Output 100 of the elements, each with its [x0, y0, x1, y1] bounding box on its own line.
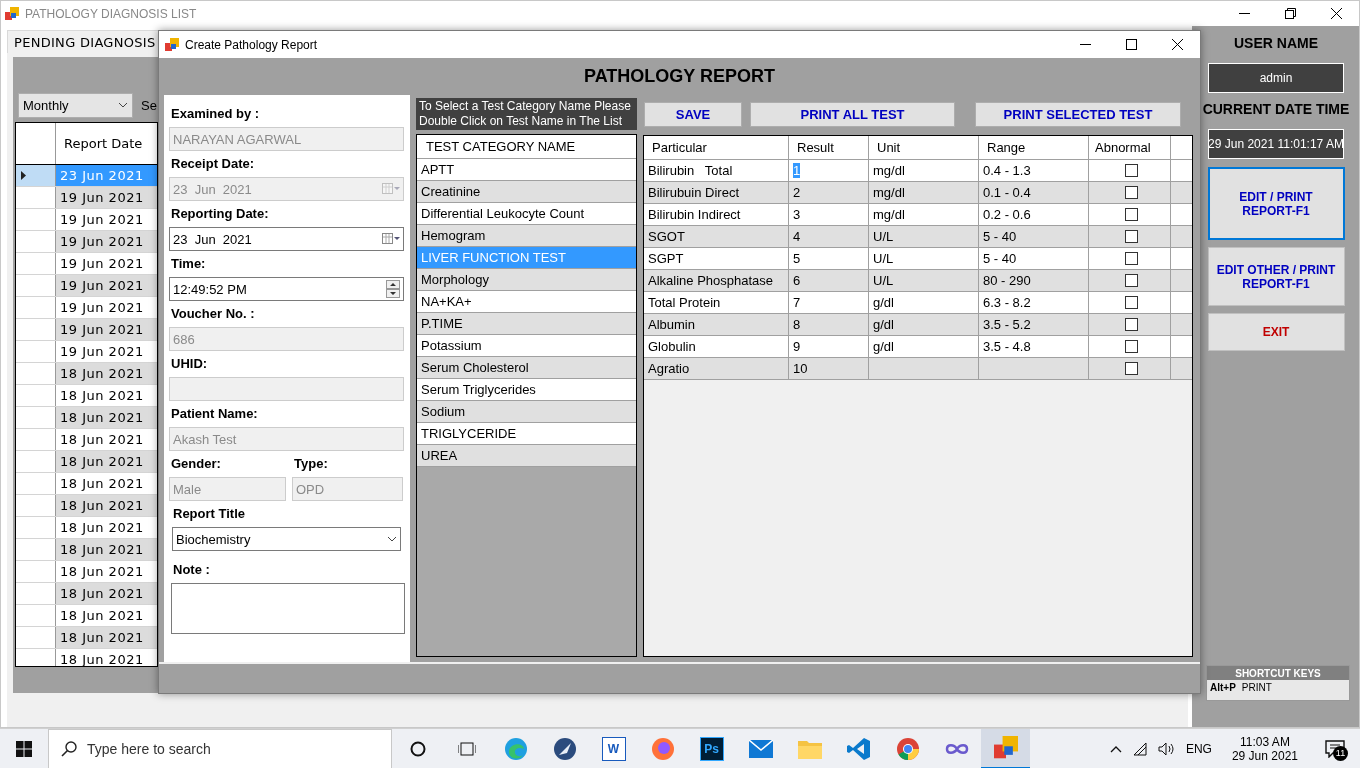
calendar-icon — [382, 233, 400, 245]
period-dropdown[interactable]: Monthly — [18, 92, 133, 118]
checkbox[interactable] — [1125, 318, 1138, 331]
field-label: UHID: — [171, 355, 209, 373]
table-cell[interactable]: 19 Jun 2021 — [56, 319, 157, 340]
list-item[interactable]: Morphology — [417, 269, 636, 291]
code-editor-icon — [846, 736, 871, 761]
table-cell[interactable]: 18 Jun 2021 — [56, 407, 157, 428]
swirl-icon — [503, 736, 528, 761]
table-cell[interactable]: 18 Jun 2021 — [56, 539, 157, 560]
checkbox[interactable] — [1125, 252, 1138, 265]
feather-icon — [552, 736, 577, 761]
table-cell: 80 - 290 — [979, 270, 1089, 291]
checkbox[interactable] — [1125, 362, 1138, 375]
field-label: Type: — [294, 455, 329, 473]
result-cell[interactable]: 3 — [789, 204, 869, 225]
chevron-up-icon[interactable] — [1109, 744, 1122, 753]
time-field[interactable]: 12:49:52 PM — [169, 277, 404, 301]
result-cell[interactable]: 4 — [789, 226, 869, 247]
action-button[interactable]: PRINT ALL TEST — [750, 102, 955, 127]
action-button[interactable]: EDIT OTHER / PRINT REPORT-F1 — [1207, 247, 1345, 306]
list-item[interactable]: Creatinine — [417, 181, 636, 203]
field-label: Patient Name: — [171, 405, 259, 423]
search-label: Se — [141, 97, 157, 113]
dropdown[interactable]: Biochemistry — [172, 527, 401, 551]
list-item[interactable]: Serum Cholesterol — [417, 357, 636, 379]
search-icon — [61, 740, 77, 757]
checkbox[interactable] — [1125, 296, 1138, 309]
exit-button[interactable]: EXIT — [1207, 313, 1345, 351]
checkbox[interactable] — [1125, 230, 1138, 243]
action-button[interactable]: PRINT SELECTED TEST — [975, 102, 1181, 127]
table-cell: Alkaline Phosphatase — [644, 270, 789, 291]
table-cell[interactable]: 18 Jun 2021 — [56, 583, 157, 604]
language-indicator[interactable]: ENG — [1185, 741, 1212, 756]
result-cell[interactable]: 2 — [789, 182, 869, 203]
list-item[interactable]: P.TIME — [417, 313, 636, 335]
table-cell[interactable]: 18 Jun 2021 — [56, 627, 157, 648]
notification-button[interactable]: 11 — [1318, 728, 1352, 768]
result-value: 9 — [793, 339, 801, 354]
table-cell: Bilirubin Indirect — [644, 204, 789, 225]
table-cell[interactable]: 19 Jun 2021 — [56, 275, 157, 296]
dropdown-value: Monthly — [23, 97, 69, 113]
checkbox[interactable] — [1125, 274, 1138, 287]
restore-icon — [1284, 8, 1296, 19]
search-placeholder: Type here to search — [87, 740, 211, 757]
field-value: 23 Jun 2021 — [173, 231, 252, 247]
app-logo: W — [601, 736, 626, 761]
table-cell[interactable]: 18 Jun 2021 — [56, 363, 157, 384]
date-picker[interactable]: 23 Jun 2021 — [169, 227, 404, 251]
table-cell: 3.5 - 5.2 — [979, 314, 1089, 335]
result-cell[interactable]: 5 — [789, 248, 869, 269]
list-item[interactable]: UREA — [417, 445, 636, 467]
table-cell: SGPT — [644, 248, 789, 269]
result-cell[interactable]: 9 — [789, 336, 869, 357]
clock-date[interactable]: 29 Jun 2021 — [1231, 748, 1298, 763]
chevron-down-icon — [387, 536, 397, 542]
list-item[interactable]: APTT — [417, 159, 636, 181]
table-cell: 0.1 - 0.4 — [979, 182, 1089, 203]
clock-time[interactable]: 11:03 AM — [1240, 734, 1290, 749]
table-cell: 6.3 - 8.2 — [979, 292, 1089, 313]
table-cell[interactable]: 18 Jun 2021 — [56, 451, 157, 472]
search-field[interactable]: Type here to search — [48, 728, 392, 768]
window-title: PATHOLOGY DIAGNOSIS LIST — [25, 6, 198, 21]
result-cell[interactable]: 10 — [789, 358, 869, 379]
taskbar-button[interactable]: Ps — [687, 728, 736, 768]
list-item[interactable]: Serum Triglycerides — [417, 379, 636, 401]
list-item[interactable]: Sodium — [417, 401, 636, 423]
windows-icon — [16, 740, 32, 757]
table-cell[interactable]: 19 Jun 2021 — [56, 231, 157, 252]
action-button[interactable]: EDIT / PRINT REPORT-F1 — [1207, 167, 1345, 240]
list-item[interactable]: Hemogram — [417, 225, 636, 247]
checkbox[interactable] — [1125, 164, 1138, 177]
table-cell: g/dl — [869, 314, 979, 335]
list-item[interactable]: Potassium — [417, 335, 636, 357]
checkbox[interactable] — [1125, 340, 1138, 353]
result-cell[interactable]: 7 — [789, 292, 869, 313]
calendar-icon — [382, 183, 400, 195]
column-header: Unit — [869, 136, 979, 159]
table-cell[interactable]: 18 Jun 2021 — [56, 495, 157, 516]
volume-icon[interactable] — [1157, 741, 1176, 756]
note-field[interactable] — [171, 583, 405, 634]
action-button[interactable]: SAVE — [644, 102, 742, 127]
fox-icon — [650, 736, 675, 761]
checkbox[interactable] — [1125, 186, 1138, 199]
table-cell: 5 - 40 — [979, 226, 1089, 247]
date-time-label: CURRENT DATE TIME — [1202, 101, 1350, 119]
table-cell: SGOT — [644, 226, 789, 247]
table-cell: 0.2 - 0.6 — [979, 204, 1089, 225]
list-item[interactable]: NA+KA+ — [417, 291, 636, 313]
result-cell[interactable]: 6 — [789, 270, 869, 291]
shortcut-action: PRINT — [1241, 682, 1272, 693]
list-item[interactable]: TRIGLYCERIDE — [417, 423, 636, 445]
table-cell[interactable]: 19 Jun 2021 — [56, 187, 157, 208]
list-item[interactable]: Differential Leukocyte Count — [417, 203, 636, 225]
table-cell: Bilirubin Total — [644, 160, 789, 181]
field-label: Time: — [171, 255, 207, 273]
row-header[interactable] — [16, 165, 56, 186]
taskbar-button[interactable]: W — [589, 728, 638, 768]
result-cell[interactable]: 8 — [789, 314, 869, 335]
checkbox[interactable] — [1125, 208, 1138, 221]
